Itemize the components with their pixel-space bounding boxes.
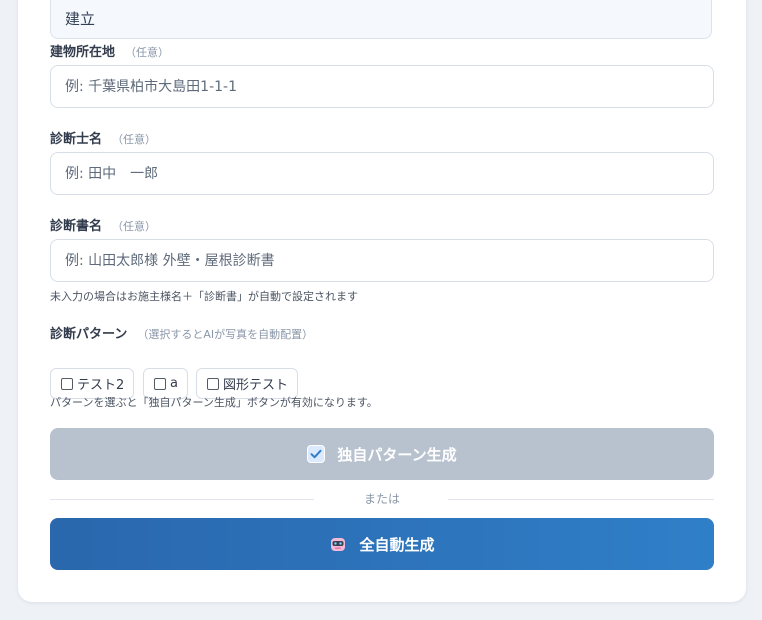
pattern-note: （選択するとAIが写真を自動配置） (137, 328, 314, 341)
optional-tag: （任意） (112, 133, 157, 146)
pattern-option-label: 図形テスト (223, 378, 289, 393)
or-separator: または (363, 492, 400, 506)
checkbox-icon[interactable] (61, 377, 73, 390)
report-name-input[interactable] (50, 239, 714, 282)
report-name-label: 診断書名 （任意） (50, 215, 156, 234)
auto-generate-button[interactable]: 全自動生成 (50, 518, 714, 570)
divider-left (50, 499, 314, 500)
optional-tag: （任意） (112, 220, 157, 233)
divider-right (448, 499, 714, 500)
building-address-label-text: 建物所在地 (50, 45, 116, 60)
building-address-input[interactable] (50, 65, 714, 108)
optional-tag: （任意） (125, 46, 170, 59)
pattern-option-label: テスト2 (77, 378, 125, 393)
pattern-label: 診断パターン （選択するとAIが写真を自動配置） (50, 323, 313, 342)
custom-pattern-generate-label: 独自パターン生成 (337, 445, 457, 464)
inspector-name-label-text: 診断士名 (50, 132, 103, 147)
previous-field-value: 建立 (65, 10, 96, 28)
auto-generate-label: 全自動生成 (359, 535, 435, 554)
building-address-label: 建物所在地 （任意） (50, 41, 169, 60)
report-name-hint: 未入力の場合はお施主様名＋「診断書」が自動で設定されます (50, 290, 358, 303)
previous-field[interactable]: 建立 (50, 0, 712, 39)
robot-icon (329, 535, 347, 553)
checkbox-icon[interactable] (154, 377, 166, 390)
checkbox-icon[interactable] (207, 377, 219, 390)
checkmark-icon (307, 445, 326, 463)
inspector-name-label: 診断士名 （任意） (50, 128, 156, 147)
custom-pattern-generate-button[interactable]: 独自パターン生成 (50, 428, 714, 480)
inspector-name-input[interactable] (50, 152, 714, 195)
pattern-label-text: 診断パターン (50, 327, 128, 342)
pattern-option-label: a (170, 376, 178, 391)
report-name-label-text: 診断書名 (50, 219, 103, 234)
pattern-hint: パターンを選ぶと「独自パターン生成」ボタンが有効になります。 (50, 396, 378, 409)
